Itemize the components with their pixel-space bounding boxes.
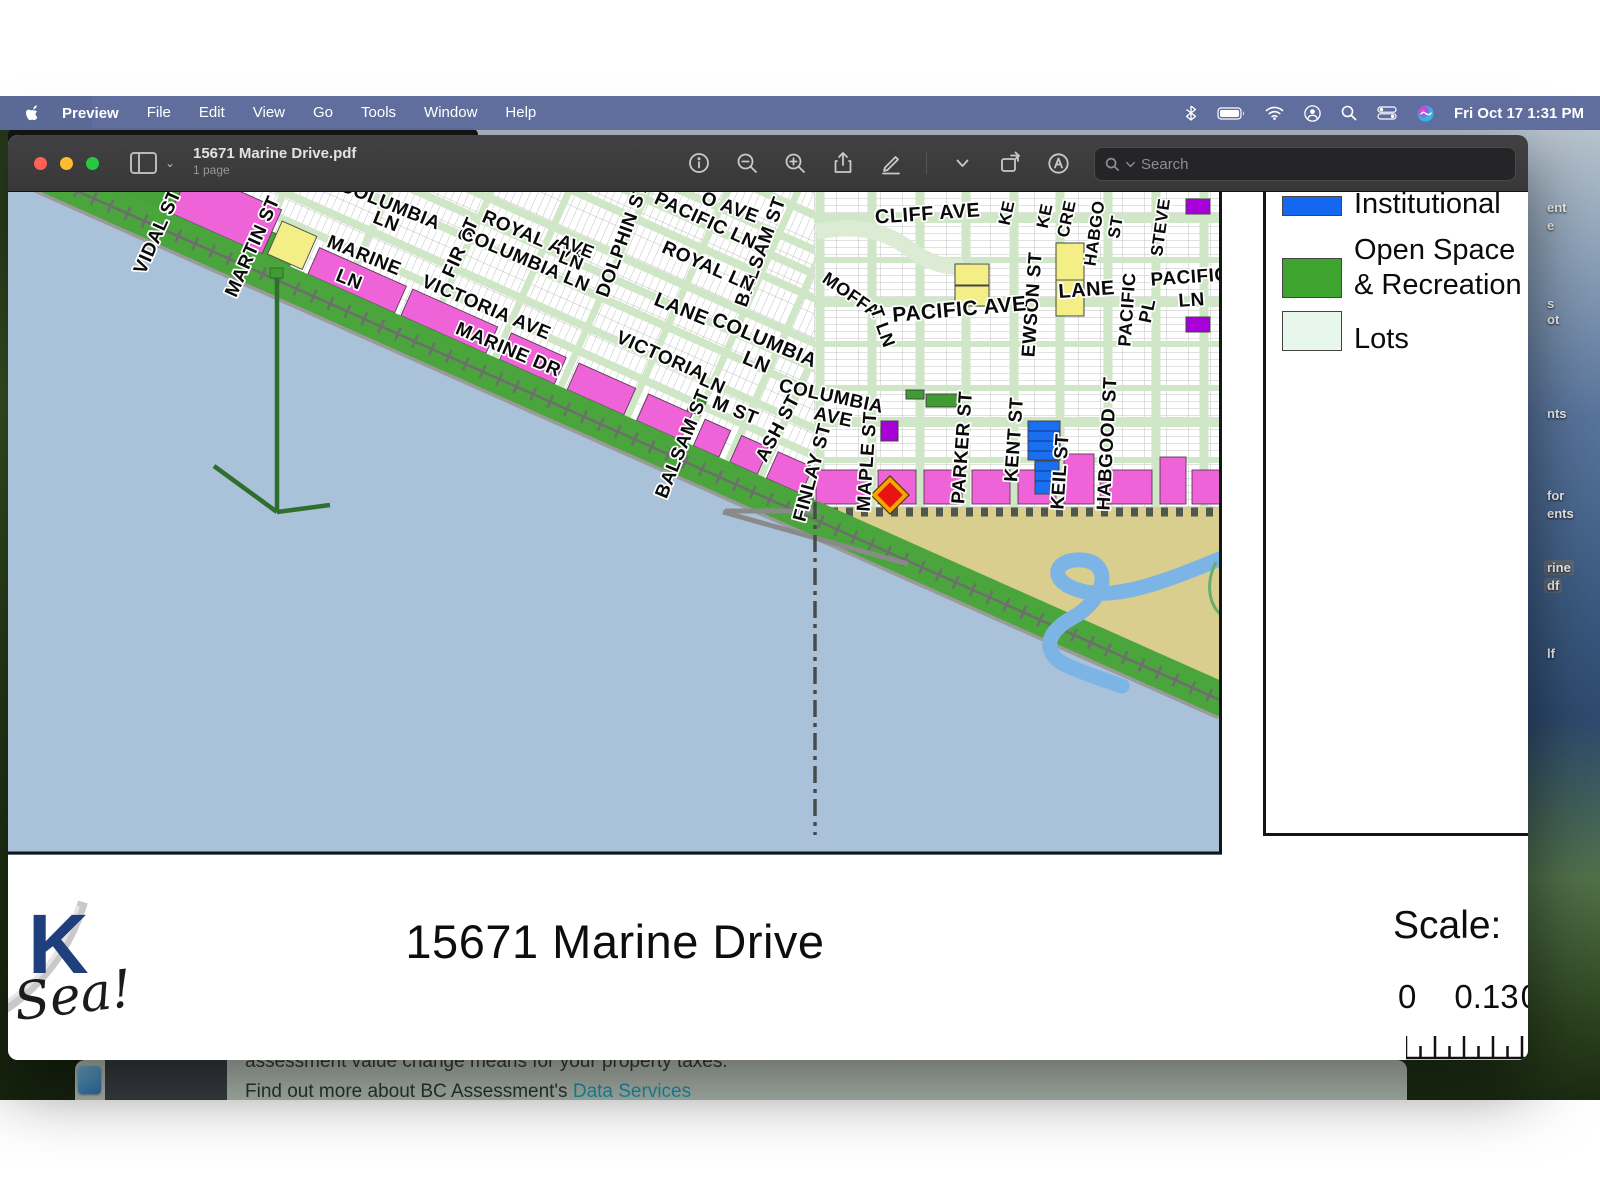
legend-swatch-lots <box>1282 311 1342 351</box>
sidebar-icon <box>130 152 157 174</box>
scale-value-1: 0.13 <box>1454 978 1518 1016</box>
map-legend: Institutional Open Space & Recreation Lo… <box>1263 192 1528 836</box>
scale-bar <box>1406 1034 1528 1060</box>
desktop-icon-label[interactable]: rine <box>1544 560 1574 575</box>
highlight-annotation-button[interactable] <box>1045 148 1071 178</box>
scale-value-0: 0 <box>1398 978 1416 1016</box>
desktop-icon-label[interactable]: ents <box>1544 506 1577 521</box>
browser-text-line2-prefix: Find out more about BC Assessment's <box>245 1081 573 1100</box>
desktop-icon-label[interactable]: ent <box>1544 200 1570 215</box>
menu-item-view[interactable]: View <box>239 104 299 121</box>
zoom-in-button[interactable] <box>782 148 808 178</box>
data-services-link[interactable]: Data Services <box>573 1081 691 1100</box>
desktop-icon-label[interactable]: lf <box>1544 646 1558 661</box>
menu-status-area: Fri Oct 17 1:31 PM <box>1185 105 1600 122</box>
scale-values: 0 0.13 0.2 <box>1398 978 1528 1016</box>
siri-icon[interactable] <box>1417 105 1434 122</box>
sidebar-toggle-button[interactable]: ⌄ <box>130 152 175 174</box>
pier-base <box>270 268 283 278</box>
share-button[interactable] <box>830 148 856 178</box>
markup-dropdown-chevron[interactable] <box>949 148 975 178</box>
pdf-content-area[interactable]: VIDAL STMARTIN STFIR STDOLPHIN STBALSAM … <box>8 192 1528 1060</box>
browser-page-icon <box>78 1066 101 1094</box>
toolbar-divider <box>926 152 927 174</box>
browser-text-line1: assessment value change means for your p… <box>245 1060 728 1073</box>
markup-button[interactable] <box>878 148 904 178</box>
zoom-window-button[interactable] <box>86 157 99 170</box>
menu-left: Preview FileEditViewGoToolsWindowHelp <box>0 104 550 122</box>
scale-value-2: 0.2 <box>1521 978 1528 1016</box>
window-title-block: 15671 Marine Drive.pdf 1 page <box>193 145 356 177</box>
screenshot-root: { "menu_bar": { "app": "Preview", "items… <box>0 0 1600 1200</box>
desktop-icon-label[interactable]: s <box>1544 296 1557 311</box>
desktop-icon-label[interactable]: df <box>1544 578 1562 593</box>
desktop-icon-label[interactable]: e <box>1544 218 1557 233</box>
minimize-button[interactable] <box>60 157 73 170</box>
spotlight-search-icon[interactable] <box>1341 105 1357 121</box>
menu-bar: Preview FileEditViewGoToolsWindowHelp Fr… <box>0 96 1600 130</box>
desktop-icon-label[interactable]: ot <box>1544 312 1562 327</box>
preview-window: ⌄ 15671 Marine Drive.pdf 1 page <box>8 135 1528 1060</box>
chevron-down-icon: ⌄ <box>165 156 175 170</box>
browser-chrome-edge <box>105 1060 227 1100</box>
desktop-icon-label[interactable]: for <box>1544 488 1567 503</box>
browser-text-line2: Find out more about BC Assessment's Data… <box>245 1081 691 1100</box>
window-titlebar[interactable]: ⌄ 15671 Marine Drive.pdf 1 page <box>8 135 1528 192</box>
pdf-page-title: 15671 Marine Drive <box>8 914 1222 969</box>
background-browser-window: assessment value change means for your p… <box>75 1060 1407 1100</box>
legend-label-lots: Lots <box>1354 323 1409 356</box>
menu-item-help[interactable]: Help <box>491 104 550 121</box>
menu-item-preview[interactable]: Preview <box>48 105 133 122</box>
desktop-icon-label[interactable]: nts <box>1544 406 1570 421</box>
scale-label: Scale: <box>1393 904 1501 948</box>
wifi-icon[interactable] <box>1265 106 1284 120</box>
close-button[interactable] <box>34 157 47 170</box>
legend-label-recreation: & Recreation <box>1354 269 1522 302</box>
street-label: LN <box>1178 289 1206 312</box>
document-title: 15671 Marine Drive.pdf <box>193 145 356 162</box>
street-label: ST <box>1104 214 1127 240</box>
legend-swatch-open-space <box>1282 258 1342 298</box>
rotate-button[interactable] <box>997 148 1023 178</box>
search-scope-chevron-icon <box>1126 161 1135 168</box>
search-icon <box>1105 157 1120 172</box>
legend-label-institutional: Institutional <box>1354 188 1501 221</box>
zoom-out-button[interactable] <box>734 148 760 178</box>
legend-label-open-space: Open Space <box>1354 234 1515 267</box>
menu-item-edit[interactable]: Edit <box>185 104 239 121</box>
menu-clock[interactable]: Fri Oct 17 1:31 PM <box>1454 105 1584 122</box>
menu-item-go[interactable]: Go <box>299 104 347 121</box>
battery-icon[interactable] <box>1217 107 1245 120</box>
control-center-icon[interactable] <box>1377 106 1397 120</box>
user-account-icon[interactable] <box>1304 105 1321 122</box>
toolbar <box>686 148 1119 178</box>
search-field[interactable]: Search <box>1094 147 1516 181</box>
info-button[interactable] <box>686 148 712 178</box>
menu-item-tools[interactable]: Tools <box>347 104 410 121</box>
legend-swatch-institutional <box>1282 196 1342 216</box>
page-count: 1 page <box>193 163 356 177</box>
search-placeholder: Search <box>1141 156 1189 173</box>
menu-item-file[interactable]: File <box>133 104 185 121</box>
street-label: LANE <box>1058 277 1116 303</box>
bluetooth-icon[interactable] <box>1185 105 1197 121</box>
zoning-map[interactable]: VIDAL STMARTIN STFIR STDOLPHIN STBALSAM … <box>8 192 1222 855</box>
apple-menu-icon[interactable] <box>18 104 48 122</box>
menu-item-window[interactable]: Window <box>410 104 491 121</box>
